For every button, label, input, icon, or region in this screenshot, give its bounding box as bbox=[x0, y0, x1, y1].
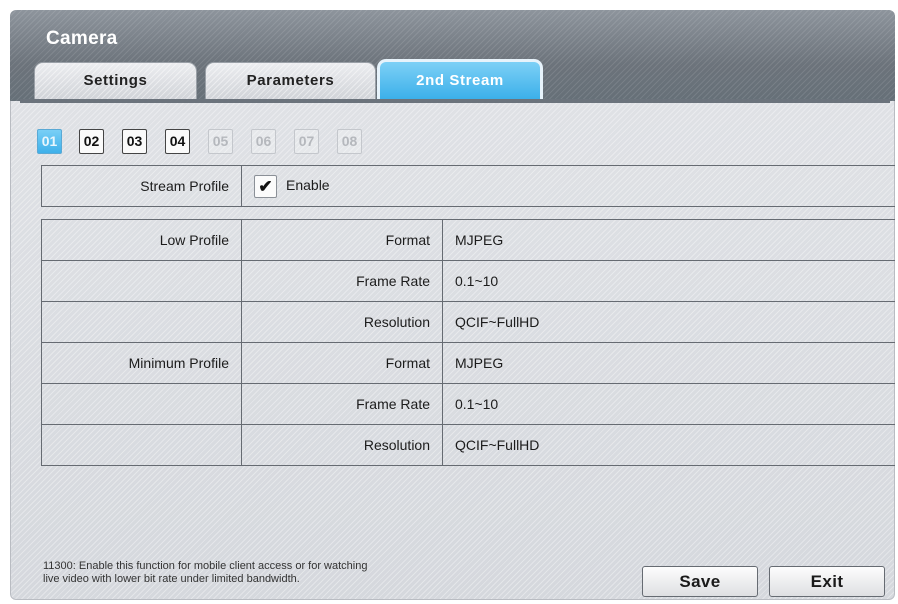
tab-parameters[interactable]: Parameters bbox=[205, 62, 376, 101]
field-value: 0.1~10 bbox=[442, 383, 895, 425]
profile-name-empty bbox=[41, 383, 242, 425]
profile-name: Low Profile bbox=[41, 219, 242, 261]
channel-06-button: 06 bbox=[251, 129, 276, 154]
enable-checkbox[interactable]: ✔ bbox=[254, 174, 277, 198]
stream-profile-table: Stream Profile ✔ Enable bbox=[41, 165, 895, 207]
channel-05-button: 05 bbox=[208, 129, 233, 154]
channel-01-button[interactable]: 01 bbox=[37, 129, 62, 154]
tab-underline bbox=[20, 99, 890, 103]
profile-name-empty bbox=[41, 424, 242, 466]
camera-window: Camera Settings Parameters 2nd Stream 01… bbox=[10, 10, 895, 600]
table-row: Resolution QCIF~FullHD bbox=[41, 301, 895, 343]
field-label: Resolution bbox=[241, 301, 443, 343]
window-title: Camera bbox=[46, 28, 118, 49]
table-row: Minimum Profile Format MJPEG bbox=[41, 342, 895, 384]
stream-profile-label: Stream Profile bbox=[41, 165, 242, 207]
profile-name-empty bbox=[41, 301, 242, 343]
profile-name-empty bbox=[41, 260, 242, 302]
help-note-line: live video with lower bit rate under lim… bbox=[43, 573, 300, 585]
table-row: Stream Profile ✔ Enable bbox=[41, 165, 895, 207]
field-value: 0.1~10 bbox=[442, 260, 895, 302]
checkmark-icon: ✔ bbox=[258, 176, 273, 196]
profiles-table: Low Profile Format MJPEG Frame Rate 0.1~… bbox=[41, 219, 895, 466]
table-row: Frame Rate 0.1~10 bbox=[41, 260, 895, 302]
field-value: QCIF~FullHD bbox=[442, 424, 895, 466]
field-value: MJPEG bbox=[442, 342, 895, 384]
tab-settings[interactable]: Settings bbox=[34, 62, 197, 101]
channel-08-button: 08 bbox=[337, 129, 362, 154]
field-value: MJPEG bbox=[442, 219, 895, 261]
table-row: Resolution QCIF~FullHD bbox=[41, 424, 895, 466]
channel-03-button[interactable]: 03 bbox=[122, 129, 147, 154]
profile-name: Minimum Profile bbox=[41, 342, 242, 384]
tab-2nd-stream[interactable]: 2nd Stream bbox=[377, 59, 543, 101]
stream-profile-enable-cell: ✔ Enable bbox=[241, 165, 895, 207]
help-note: 11300: Enable this function for mobile c… bbox=[43, 560, 493, 586]
enable-label[interactable]: Enable bbox=[286, 177, 330, 193]
table-row: Frame Rate 0.1~10 bbox=[41, 383, 895, 425]
channel-04-button[interactable]: 04 bbox=[165, 129, 190, 154]
field-label: Format bbox=[241, 219, 443, 261]
help-note-line: 11300: Enable this function for mobile c… bbox=[43, 560, 368, 572]
field-label: Resolution bbox=[241, 424, 443, 466]
field-label: Frame Rate bbox=[241, 383, 443, 425]
channel-07-button: 07 bbox=[294, 129, 319, 154]
field-value: QCIF~FullHD bbox=[442, 301, 895, 343]
save-button[interactable]: Save bbox=[642, 566, 758, 597]
channel-02-button[interactable]: 02 bbox=[79, 129, 104, 154]
field-label: Frame Rate bbox=[241, 260, 443, 302]
field-label: Format bbox=[241, 342, 443, 384]
table-row: Low Profile Format MJPEG bbox=[41, 219, 895, 261]
exit-button[interactable]: Exit bbox=[769, 566, 885, 597]
